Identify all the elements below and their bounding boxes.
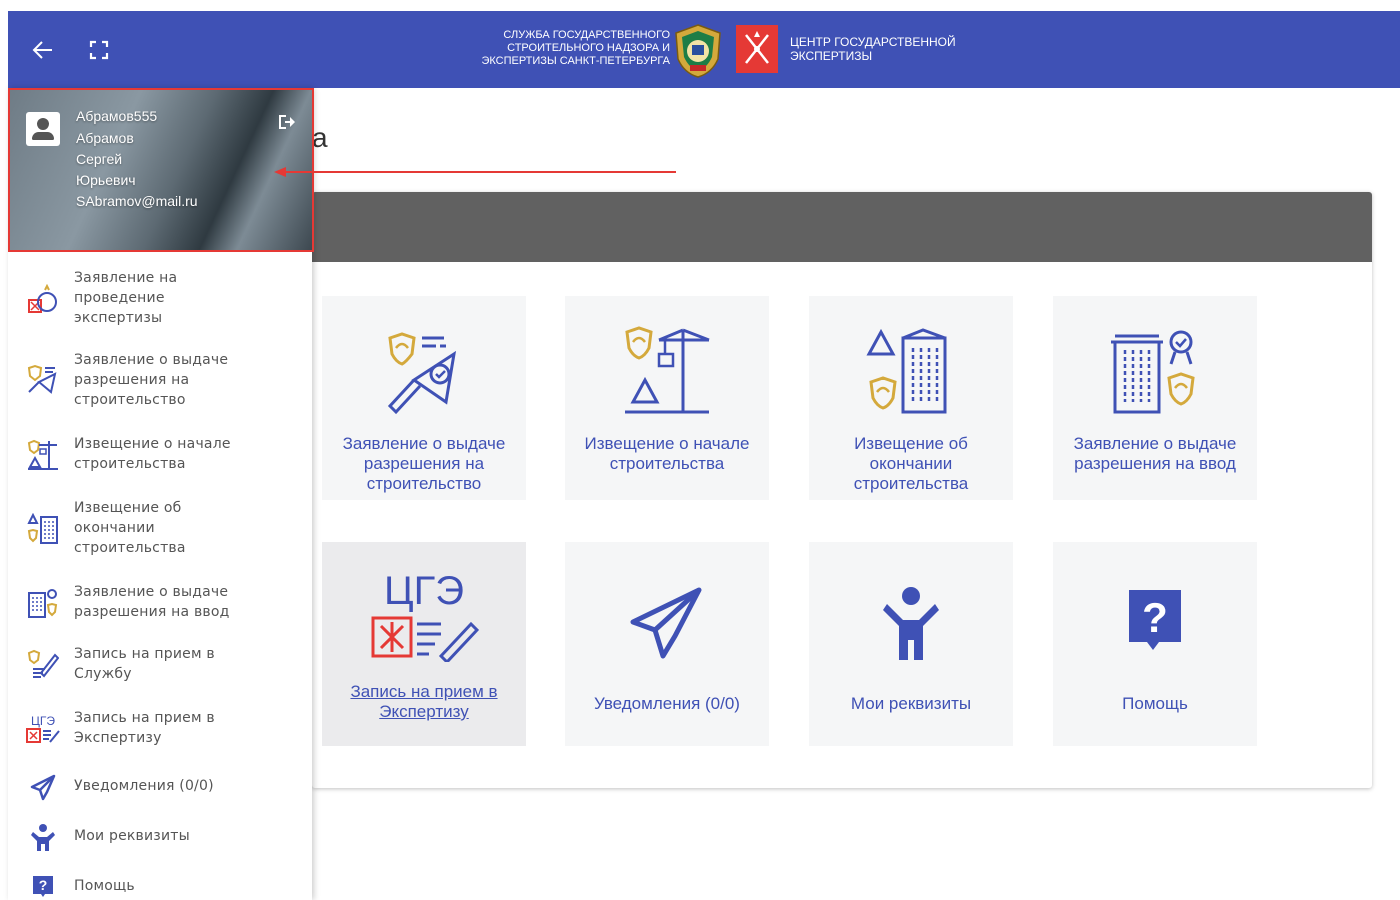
commissioning-permit-icon: [26, 586, 60, 620]
building-permit-icon: [26, 363, 60, 397]
sidebar-item-commissioning-permit[interactable]: Заявление о выдаче разрешения на ввод: [8, 582, 312, 622]
tile-label: Заявление о выдаче разрешения на ввод: [1064, 434, 1247, 474]
service-emblem-icon: [672, 23, 724, 84]
tile-label-text: Мои реквизиты: [850, 694, 972, 713]
org-line: СТРОИТЕЛЬНОГО НАДЗОРА И: [507, 42, 670, 54]
sidebar-item-building-permit[interactable]: Заявление о выдаче разрешения на строите…: [8, 350, 312, 410]
org-line: СЛУЖБА ГОСУДАРСТВЕННОГО: [503, 29, 670, 41]
tile-expertise-appointment[interactable]: ЦГЭ Запись на прием в Экспертизу: [322, 542, 526, 746]
construction-start-icon: [26, 438, 60, 472]
annotation-arrow: [274, 167, 676, 177]
tile-label-text: Извещение об окончании строительства: [853, 434, 969, 493]
tile-label: Запись на прием в Экспертизу: [340, 682, 507, 722]
org-name-service: СЛУЖБА ГОСУДАРСТВЕННОГО СТРОИТЕЛЬНОГО НА…: [418, 29, 670, 68]
profile-first-name: Сергей: [76, 151, 123, 167]
services-card: Заявление о выдаче разрешения на строите…: [312, 192, 1372, 788]
sidebar-item-construction-end[interactable]: Извещение об окончании строительства: [8, 498, 312, 558]
tile-building-permit[interactable]: Заявление о выдаче разрешения на строите…: [322, 296, 526, 500]
cge-logo-text: ЦГЭ: [31, 714, 55, 728]
avatar-icon: [26, 112, 60, 146]
fullscreen-icon[interactable]: [86, 37, 112, 63]
sidebar-item-label: Извещение об окончании строительства: [74, 500, 186, 556]
tile-construction-end[interactable]: Извещение об окончании строительства: [809, 296, 1013, 500]
service-appointment-icon: [26, 648, 60, 682]
sidebar-item-label: Уведомления (0/0): [74, 778, 214, 794]
profile-middle-name: Юрьевич: [76, 172, 136, 188]
help-icon: ?: [1123, 576, 1187, 672]
tile-commissioning-permit[interactable]: Заявление о выдаче разрешения на ввод: [1053, 296, 1257, 500]
sidebar-item-label: Извещение о начале строительства: [74, 436, 231, 472]
app-header: СЛУЖБА ГОСУДАРСТВЕННОГО СТРОИТЕЛЬНОГО НА…: [8, 11, 1400, 88]
tile-my-details[interactable]: Мои реквизиты: [809, 542, 1013, 746]
construction-start-icon: [619, 324, 715, 420]
construction-end-icon: [26, 512, 60, 546]
logout-icon[interactable]: [276, 112, 296, 137]
building-permit-icon: [376, 324, 472, 420]
sidebar-item-help[interactable]: ? Помощь: [8, 874, 312, 900]
person-icon: [881, 576, 941, 672]
tile-label-text: Помощь: [1122, 694, 1188, 713]
expertise-appointment-icon: ЦГЭ: [369, 566, 479, 662]
tile-label: Помощь: [1112, 694, 1198, 714]
tile-label: Уведомления (0/0): [584, 694, 750, 714]
profile-login: Абрамов555: [76, 108, 158, 124]
sidebar-item-label: Запись на прием в Экспертизу: [74, 710, 215, 746]
sidebar-item-notifications[interactable]: Уведомления (0/0): [8, 774, 312, 801]
sidebar-item-label: Запись на прием в Службу: [74, 646, 215, 682]
tile-label: Мои реквизиты: [841, 694, 981, 714]
tile-construction-start[interactable]: Извещение о начале строительства: [565, 296, 769, 500]
card-header: [312, 192, 1372, 262]
tile-label-text: Уведомления (0/0): [594, 694, 740, 713]
tile-label-text: Запись на прием в Экспертизу: [350, 682, 498, 721]
tile-label-text: Извещение о начале строительства: [584, 434, 750, 473]
profile-last-name: Абрамов: [76, 130, 134, 146]
page-title: а: [312, 122, 328, 153]
sidebar-item-my-details[interactable]: Мои реквизиты: [8, 824, 312, 851]
tile-label: Заявление о выдаче разрешения на строите…: [333, 434, 516, 494]
sidebar-item-label: Заявление на проведение экспертизы: [74, 270, 178, 326]
sidebar-item-expertise-application[interactable]: Заявление на проведение экспертизы: [8, 268, 312, 328]
paper-plane-icon: [26, 770, 60, 804]
sidebar-item-service-appointment[interactable]: Запись на прием в Службу: [8, 644, 312, 684]
nav-drawer: Абрамов555 Абрамов Сергей Юрьевич SAbram…: [8, 88, 314, 900]
construction-end-icon: [863, 324, 959, 420]
org-line: ЦЕНТР ГОСУДАРСТВЕННОЙ: [790, 35, 956, 49]
sidebar-item-label: Мои реквизиты: [74, 828, 190, 844]
person-icon: [26, 820, 60, 854]
paper-plane-icon: [627, 576, 707, 672]
svg-text:?: ?: [39, 877, 48, 893]
tile-help[interactable]: ? Помощь: [1053, 542, 1257, 746]
sidebar-item-construction-start[interactable]: Извещение о начале строительства: [8, 434, 312, 474]
sidebar-item-label: Заявление о выдаче разрешения на ввод: [74, 584, 230, 620]
expertise-appointment-icon: ЦГЭ: [26, 712, 60, 746]
expertise-application-icon: [26, 283, 60, 317]
sidebar-item-label: Помощь: [74, 878, 135, 894]
profile-email: SAbramov@mail.ru: [76, 193, 198, 209]
back-arrow-icon[interactable]: [30, 37, 56, 63]
tile-label-text: Заявление о выдаче разрешения на строите…: [342, 434, 506, 493]
tile-label-text: Заявление о выдаче разрешения на ввод: [1073, 434, 1237, 473]
tile-notifications[interactable]: Уведомления (0/0): [565, 542, 769, 746]
cge-logo-text: ЦГЭ: [384, 569, 464, 613]
commissioning-permit-icon: [1107, 324, 1203, 420]
tile-label: Извещение об окончании строительства: [844, 434, 979, 494]
tile-label: Извещение о начале строительства: [575, 434, 760, 474]
org-name-center: ЦЕНТР ГОСУДАРСТВЕННОЙ ЭКСПЕРТИЗЫ: [790, 35, 956, 63]
svg-text:?: ?: [1142, 594, 1168, 641]
sidebar-item-label: Заявление о выдаче разрешения на строите…: [74, 352, 229, 408]
org-line: ЭКСПЕРТИЗЫ САНКТ-ПЕТЕРБУРГА: [481, 55, 670, 67]
spb-flag-icon: [736, 25, 778, 73]
sidebar-item-expertise-appointment[interactable]: ЦГЭ Запись на прием в Экспертизу: [8, 708, 312, 748]
org-line: ЭКСПЕРТИЗЫ: [790, 49, 873, 63]
help-icon: ?: [26, 870, 60, 900]
